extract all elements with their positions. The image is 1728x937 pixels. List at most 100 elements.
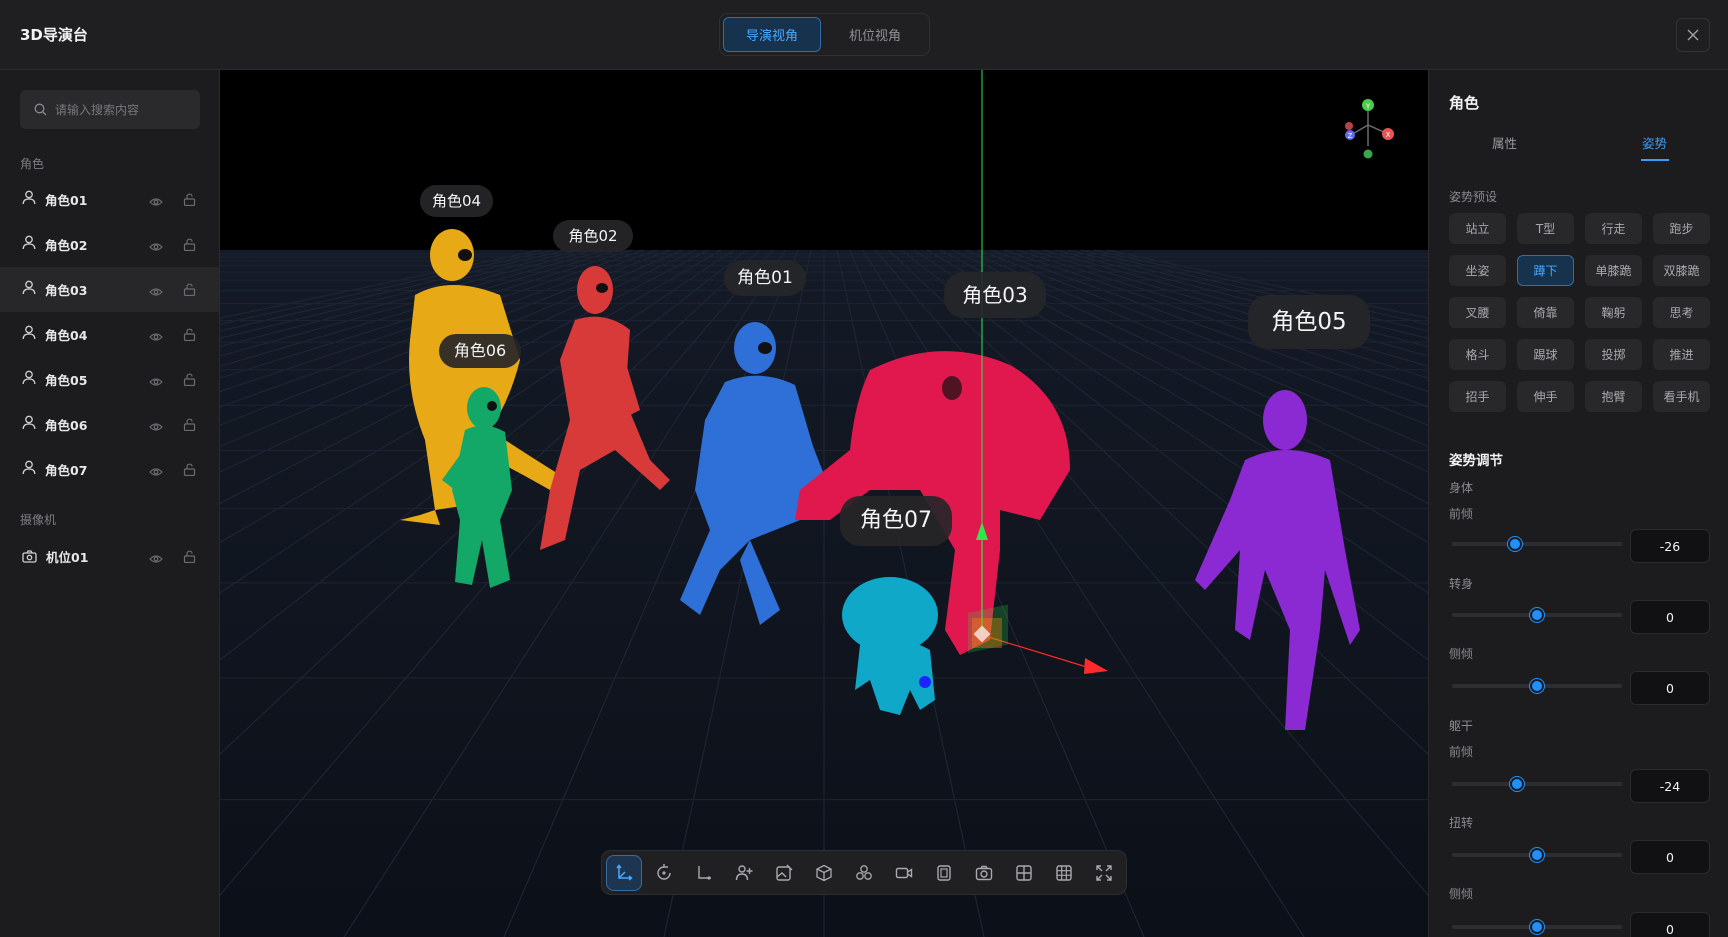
pose-preset-button[interactable]: 投掷 bbox=[1585, 339, 1642, 370]
torso-value-input[interactable] bbox=[1630, 840, 1710, 874]
tag-character-03: 角色03 bbox=[944, 272, 1046, 318]
body-slider-track[interactable] bbox=[1452, 608, 1622, 622]
sidebar-item-character-01[interactable]: 角色01 bbox=[0, 177, 219, 222]
search-input[interactable] bbox=[55, 102, 195, 117]
unlock-icon[interactable] bbox=[183, 371, 196, 390]
3d-viewport[interactable]: Y X Z 角色04 角色02 角色06 角色01 角色03 角色05 角色07 bbox=[220, 70, 1428, 937]
pose-preset-button[interactable]: 单膝跪 bbox=[1585, 255, 1642, 286]
group-button[interactable] bbox=[846, 855, 882, 891]
pose-preset-button[interactable]: 招手 bbox=[1449, 381, 1506, 412]
visibility-eye-icon[interactable] bbox=[149, 462, 163, 481]
visibility-eye-icon[interactable] bbox=[149, 237, 163, 256]
camera-icon bbox=[22, 550, 37, 563]
unlock-icon[interactable] bbox=[183, 548, 196, 567]
slider-thumb[interactable] bbox=[1507, 537, 1522, 551]
body-slider-track[interactable] bbox=[1452, 537, 1622, 551]
pose-preset-button[interactable]: 坐姿 bbox=[1449, 255, 1506, 286]
visibility-eye-icon[interactable] bbox=[149, 549, 163, 568]
unlock-icon[interactable] bbox=[183, 281, 196, 300]
gizmo-y-label: Y bbox=[1365, 103, 1371, 111]
sidebar-item-label: 角色02 bbox=[45, 238, 88, 253]
pose-preset-button[interactable]: 站立 bbox=[1449, 213, 1506, 244]
sidebar-item-label: 角色05 bbox=[45, 373, 88, 388]
move-axis-button[interactable] bbox=[606, 854, 642, 891]
close-button[interactable] bbox=[1676, 18, 1710, 52]
sidebar-item-character-02[interactable]: 角色02 bbox=[0, 222, 219, 267]
pose-preset-button[interactable]: 叉腰 bbox=[1449, 297, 1506, 328]
pose-preset-button[interactable]: 双膝跪 bbox=[1653, 255, 1710, 286]
video-camera-button[interactable] bbox=[886, 855, 922, 891]
body-value-input[interactable] bbox=[1630, 529, 1710, 563]
cube-button[interactable] bbox=[806, 855, 842, 891]
add-person-button[interactable] bbox=[726, 855, 762, 891]
cameras-section-label: 摄像机 bbox=[20, 513, 57, 527]
tag-character-07: 角色07 bbox=[840, 496, 952, 546]
unlock-icon[interactable] bbox=[183, 416, 196, 435]
snapshot-button[interactable] bbox=[966, 855, 1002, 891]
tab-camera-view[interactable]: 机位视角 bbox=[825, 17, 925, 52]
sidebar-item-character-05[interactable]: 角色05 bbox=[0, 357, 219, 402]
tab-director-view[interactable]: 导演视角 bbox=[723, 17, 821, 52]
tab-attributes[interactable]: 属性 bbox=[1492, 133, 1517, 152]
pose-preset-button[interactable]: 抱臂 bbox=[1585, 381, 1642, 412]
pose-preset-button[interactable]: 行走 bbox=[1585, 213, 1642, 244]
axis-button[interactable] bbox=[686, 855, 722, 891]
slider-thumb[interactable] bbox=[1530, 848, 1544, 862]
sidebar-item-character-07[interactable]: 角色07 bbox=[0, 447, 219, 492]
pose-preset-button[interactable]: 跑步 bbox=[1653, 213, 1710, 244]
frame-button[interactable] bbox=[926, 855, 962, 891]
body-value-input[interactable] bbox=[1630, 671, 1710, 705]
pose-preset-button[interactable]: 鞠躬 bbox=[1585, 297, 1642, 328]
torso-value-input[interactable] bbox=[1630, 912, 1710, 937]
pose-preset-button[interactable]: 思考 bbox=[1653, 297, 1710, 328]
pose-preset-button[interactable]: 倚靠 bbox=[1517, 297, 1574, 328]
torso-value-input[interactable] bbox=[1630, 769, 1710, 803]
pose-preset-button[interactable]: 推进 bbox=[1653, 339, 1710, 370]
torso-slider-track[interactable] bbox=[1452, 848, 1622, 862]
close-icon bbox=[1687, 29, 1699, 41]
unlock-icon[interactable] bbox=[183, 461, 196, 480]
body-slider-track[interactable] bbox=[1452, 679, 1622, 693]
grid-quad-button[interactable] bbox=[1006, 855, 1042, 891]
frame-icon bbox=[937, 864, 951, 881]
sidebar-item-camera-01[interactable]: 机位01 bbox=[0, 534, 219, 579]
sidebar-item-character-06[interactable]: 角色06 bbox=[0, 402, 219, 447]
rotate-button[interactable] bbox=[646, 855, 682, 891]
slider-thumb[interactable] bbox=[1530, 679, 1544, 693]
sidebar-item-character-04[interactable]: 角色04 bbox=[0, 312, 219, 357]
slider-thumb[interactable] bbox=[1530, 608, 1544, 622]
slider-thumb[interactable] bbox=[1509, 777, 1524, 791]
sidebar-item-label: 角色07 bbox=[45, 463, 88, 478]
pose-preset-button[interactable]: 格斗 bbox=[1449, 339, 1506, 370]
torso-slider-track[interactable] bbox=[1452, 777, 1622, 791]
tab-pose[interactable]: 姿势 bbox=[1642, 133, 1667, 152]
unlock-icon[interactable] bbox=[183, 326, 196, 345]
grid-quad-icon bbox=[1016, 864, 1032, 881]
image-edit-button[interactable] bbox=[766, 855, 802, 891]
visibility-eye-icon[interactable] bbox=[149, 192, 163, 211]
person-icon bbox=[22, 460, 36, 479]
group-icon bbox=[856, 864, 872, 880]
person-icon bbox=[22, 415, 36, 434]
pose-preset-button[interactable]: 蹲下 bbox=[1517, 255, 1574, 286]
sidebar-item-label: 机位01 bbox=[46, 550, 89, 565]
fullscreen-button[interactable] bbox=[1086, 855, 1122, 891]
pose-preset-button[interactable]: 看手机 bbox=[1653, 381, 1710, 412]
pose-preset-button[interactable]: 伸手 bbox=[1517, 381, 1574, 412]
visibility-eye-icon[interactable] bbox=[149, 417, 163, 436]
body-value-input[interactable] bbox=[1630, 600, 1710, 634]
pose-preset-button[interactable]: 踢球 bbox=[1517, 339, 1574, 370]
visibility-eye-icon[interactable] bbox=[149, 372, 163, 391]
grid-nine-icon bbox=[1056, 864, 1072, 881]
grid-nine-button[interactable] bbox=[1046, 855, 1082, 891]
visibility-eye-icon[interactable] bbox=[149, 327, 163, 346]
sidebar-item-character-03[interactable]: 角色03 bbox=[0, 267, 219, 312]
torso-slider-track[interactable] bbox=[1452, 920, 1622, 934]
pose-preset-button[interactable]: T型 bbox=[1517, 213, 1574, 244]
slider-thumb[interactable] bbox=[1530, 920, 1544, 934]
visibility-eye-icon[interactable] bbox=[149, 282, 163, 301]
sky bbox=[220, 70, 1428, 250]
search-box bbox=[20, 90, 200, 129]
unlock-icon[interactable] bbox=[183, 191, 196, 210]
unlock-icon[interactable] bbox=[183, 236, 196, 255]
